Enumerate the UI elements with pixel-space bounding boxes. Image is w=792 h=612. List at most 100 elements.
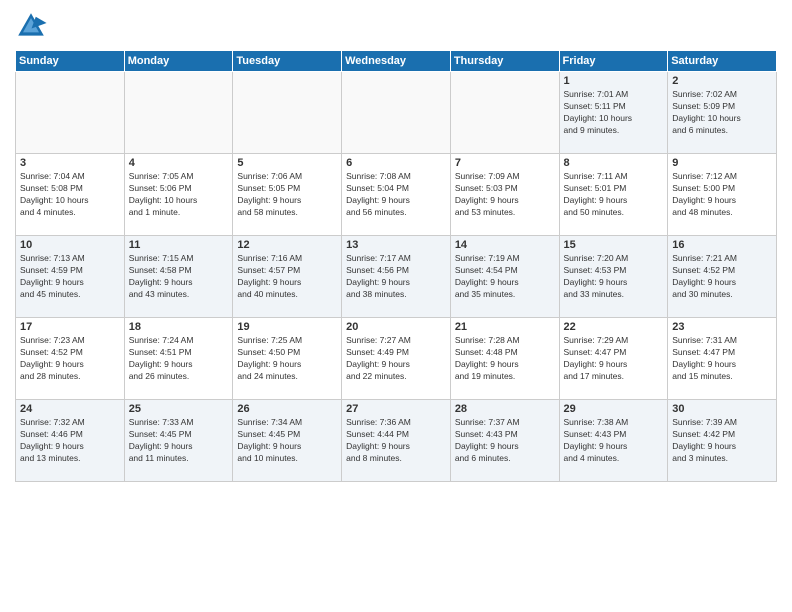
day-info: Sunrise: 7:37 AM Sunset: 4:43 PM Dayligh… xyxy=(455,417,555,465)
day-number: 12 xyxy=(237,239,337,251)
calendar-cell: 17 Sunrise: 7:23 AM Sunset: 4:52 PM Dayli… xyxy=(16,318,125,400)
week-row-5: 24 Sunrise: 7:32 AM Sunset: 4:46 PM Dayli… xyxy=(16,400,777,482)
header xyxy=(15,10,777,42)
calendar-cell: 26 Sunrise: 7:34 AM Sunset: 4:45 PM Dayli… xyxy=(233,400,342,482)
calendar-cell: 9 Sunrise: 7:12 AM Sunset: 5:00 PM Daylig… xyxy=(668,154,777,236)
day-info: Sunrise: 7:25 AM Sunset: 4:50 PM Dayligh… xyxy=(237,335,337,383)
day-info: Sunrise: 7:16 AM Sunset: 4:57 PM Dayligh… xyxy=(237,253,337,301)
day-number: 1 xyxy=(564,75,664,87)
calendar-cell: 21 Sunrise: 7:28 AM Sunset: 4:48 PM Dayli… xyxy=(450,318,559,400)
day-info: Sunrise: 7:38 AM Sunset: 4:43 PM Dayligh… xyxy=(564,417,664,465)
calendar-cell: 18 Sunrise: 7:24 AM Sunset: 4:51 PM Dayli… xyxy=(124,318,233,400)
day-info: Sunrise: 7:29 AM Sunset: 4:47 PM Dayligh… xyxy=(564,335,664,383)
day-number: 14 xyxy=(455,239,555,251)
calendar-cell: 15 Sunrise: 7:20 AM Sunset: 4:53 PM Dayli… xyxy=(559,236,668,318)
day-info: Sunrise: 7:20 AM Sunset: 4:53 PM Dayligh… xyxy=(564,253,664,301)
day-number: 18 xyxy=(129,321,229,333)
day-info: Sunrise: 7:21 AM Sunset: 4:52 PM Dayligh… xyxy=(672,253,772,301)
day-info: Sunrise: 7:05 AM Sunset: 5:06 PM Dayligh… xyxy=(129,171,229,219)
week-row-4: 17 Sunrise: 7:23 AM Sunset: 4:52 PM Dayli… xyxy=(16,318,777,400)
calendar-cell: 13Sunrise: 7:17 AM Sunset: 4:56 PM Dayli… xyxy=(342,236,451,318)
day-number: 15 xyxy=(564,239,664,251)
weekday-header-row: SundayMondayTuesdayWednesdayThursdayFrid… xyxy=(16,51,777,72)
calendar-cell: 4 Sunrise: 7:05 AM Sunset: 5:06 PM Daylig… xyxy=(124,154,233,236)
day-number: 10 xyxy=(20,239,120,251)
logo xyxy=(15,10,53,42)
day-info: Sunrise: 7:23 AM Sunset: 4:52 PM Dayligh… xyxy=(20,335,120,383)
day-info: Sunrise: 7:09 AM Sunset: 5:03 PM Dayligh… xyxy=(455,171,555,219)
logo-icon xyxy=(15,10,47,42)
day-info: Sunrise: 7:04 AM Sunset: 5:08 PM Dayligh… xyxy=(20,171,120,219)
calendar-cell: 1Sunrise: 7:01 AM Sunset: 5:11 PM Daylig… xyxy=(559,72,668,154)
day-number: 30 xyxy=(672,403,772,415)
day-info: Sunrise: 7:12 AM Sunset: 5:00 PM Dayligh… xyxy=(672,171,772,219)
calendar-cell xyxy=(450,72,559,154)
calendar-cell: 22 Sunrise: 7:29 AM Sunset: 4:47 PM Dayli… xyxy=(559,318,668,400)
day-number: 5 xyxy=(237,157,337,169)
week-row-1: 1Sunrise: 7:01 AM Sunset: 5:11 PM Daylig… xyxy=(16,72,777,154)
weekday-header-thursday: Thursday xyxy=(450,51,559,72)
day-info: Sunrise: 7:32 AM Sunset: 4:46 PM Dayligh… xyxy=(20,417,120,465)
calendar-cell: 27 Sunrise: 7:36 AM Sunset: 4:44 PM Dayli… xyxy=(342,400,451,482)
day-info: Sunrise: 7:11 AM Sunset: 5:01 PM Dayligh… xyxy=(564,171,664,219)
day-number: 7 xyxy=(455,157,555,169)
day-info: Sunrise: 7:06 AM Sunset: 5:05 PM Dayligh… xyxy=(237,171,337,219)
day-info: Sunrise: 7:39 AM Sunset: 4:42 PM Dayligh… xyxy=(672,417,772,465)
day-number: 25 xyxy=(129,403,229,415)
calendar-cell: 8 Sunrise: 7:11 AM Sunset: 5:01 PM Daylig… xyxy=(559,154,668,236)
day-number: 28 xyxy=(455,403,555,415)
weekday-header-monday: Monday xyxy=(124,51,233,72)
calendar-cell: 23 Sunrise: 7:31 AM Sunset: 4:47 PM Dayli… xyxy=(668,318,777,400)
day-number: 11 xyxy=(129,239,229,251)
calendar-cell: 6Sunrise: 7:08 AM Sunset: 5:04 PM Daylig… xyxy=(342,154,451,236)
calendar-cell xyxy=(16,72,125,154)
day-info: Sunrise: 7:02 AM Sunset: 5:09 PM Dayligh… xyxy=(672,89,772,137)
day-info: Sunrise: 7:33 AM Sunset: 4:45 PM Dayligh… xyxy=(129,417,229,465)
day-number: 29 xyxy=(564,403,664,415)
calendar-cell: 24 Sunrise: 7:32 AM Sunset: 4:46 PM Dayli… xyxy=(16,400,125,482)
day-info: Sunrise: 7:08 AM Sunset: 5:04 PM Dayligh… xyxy=(346,171,446,219)
page: SundayMondayTuesdayWednesdayThursdayFrid… xyxy=(0,0,792,612)
weekday-header-saturday: Saturday xyxy=(668,51,777,72)
calendar-cell: 10 Sunrise: 7:13 AM Sunset: 4:59 PM Dayli… xyxy=(16,236,125,318)
day-info: Sunrise: 7:34 AM Sunset: 4:45 PM Dayligh… xyxy=(237,417,337,465)
calendar-cell: 5 Sunrise: 7:06 AM Sunset: 5:05 PM Daylig… xyxy=(233,154,342,236)
week-row-2: 3 Sunrise: 7:04 AM Sunset: 5:08 PM Daylig… xyxy=(16,154,777,236)
day-number: 27 xyxy=(346,403,446,415)
day-number: 4 xyxy=(129,157,229,169)
day-info: Sunrise: 7:27 AM Sunset: 4:49 PM Dayligh… xyxy=(346,335,446,383)
calendar: SundayMondayTuesdayWednesdayThursdayFrid… xyxy=(15,50,777,482)
day-number: 23 xyxy=(672,321,772,333)
day-info: Sunrise: 7:28 AM Sunset: 4:48 PM Dayligh… xyxy=(455,335,555,383)
day-number: 19 xyxy=(237,321,337,333)
calendar-cell: 16 Sunrise: 7:21 AM Sunset: 4:52 PM Dayli… xyxy=(668,236,777,318)
calendar-cell: 12 Sunrise: 7:16 AM Sunset: 4:57 PM Dayli… xyxy=(233,236,342,318)
calendar-cell: 30 Sunrise: 7:39 AM Sunset: 4:42 PM Dayli… xyxy=(668,400,777,482)
calendar-cell xyxy=(233,72,342,154)
day-number: 8 xyxy=(564,157,664,169)
calendar-cell xyxy=(124,72,233,154)
week-row-3: 10 Sunrise: 7:13 AM Sunset: 4:59 PM Dayli… xyxy=(16,236,777,318)
calendar-cell: 3 Sunrise: 7:04 AM Sunset: 5:08 PM Daylig… xyxy=(16,154,125,236)
day-number: 2 xyxy=(672,75,772,87)
day-number: 3 xyxy=(20,157,120,169)
day-info: Sunrise: 7:19 AM Sunset: 4:54 PM Dayligh… xyxy=(455,253,555,301)
day-number: 24 xyxy=(20,403,120,415)
day-number: 13 xyxy=(346,239,446,251)
day-info: Sunrise: 7:36 AM Sunset: 4:44 PM Dayligh… xyxy=(346,417,446,465)
day-number: 26 xyxy=(237,403,337,415)
day-info: Sunrise: 7:24 AM Sunset: 4:51 PM Dayligh… xyxy=(129,335,229,383)
day-info: Sunrise: 7:31 AM Sunset: 4:47 PM Dayligh… xyxy=(672,335,772,383)
day-info: Sunrise: 7:13 AM Sunset: 4:59 PM Dayligh… xyxy=(20,253,120,301)
calendar-cell: 2 Sunrise: 7:02 AM Sunset: 5:09 PM Daylig… xyxy=(668,72,777,154)
day-number: 21 xyxy=(455,321,555,333)
day-number: 9 xyxy=(672,157,772,169)
day-number: 22 xyxy=(564,321,664,333)
calendar-cell: 29 Sunrise: 7:38 AM Sunset: 4:43 PM Dayli… xyxy=(559,400,668,482)
day-number: 17 xyxy=(20,321,120,333)
day-number: 16 xyxy=(672,239,772,251)
calendar-cell: 28 Sunrise: 7:37 AM Sunset: 4:43 PM Dayli… xyxy=(450,400,559,482)
calendar-cell: 11Sunrise: 7:15 AM Sunset: 4:58 PM Dayli… xyxy=(124,236,233,318)
weekday-header-friday: Friday xyxy=(559,51,668,72)
calendar-cell: 25 Sunrise: 7:33 AM Sunset: 4:45 PM Dayli… xyxy=(124,400,233,482)
